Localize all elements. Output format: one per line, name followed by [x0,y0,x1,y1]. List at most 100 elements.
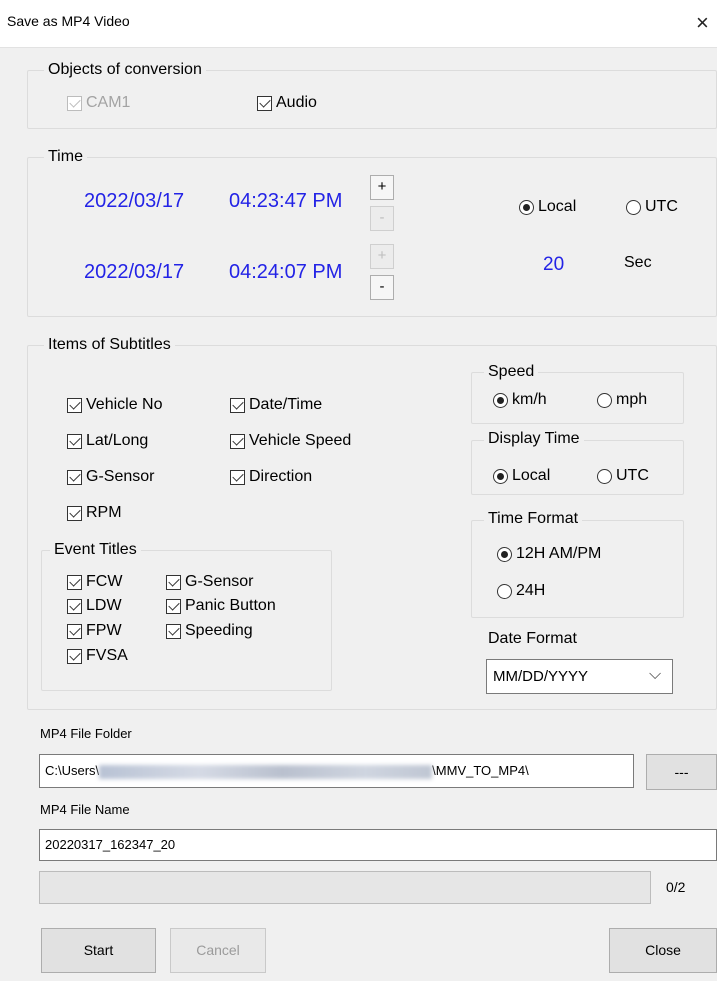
redacted-path-segment [99,764,433,779]
display-time-local-label: Local [512,467,551,484]
speed-kmh-radio-dot[interactable] [493,392,508,408]
event-fvsa-label: FVSA [86,647,128,664]
subtitle-vehicle-speed-checkbox[interactable]: Vehicle Speed [230,432,351,450]
subtitle-vehicle-no-checkbox[interactable]: Vehicle No [67,396,163,414]
end-date[interactable]: 2022/03/17 [84,261,184,284]
event-fvsa-checkbox[interactable]: FVSA [67,647,128,665]
window-title: Save as MP4 Video [7,13,130,29]
subtitle-lat-long-box[interactable] [67,433,82,449]
event-ldw-box[interactable] [67,598,82,614]
subtitle-rpm-label: RPM [86,504,122,521]
event-fpw-box[interactable] [67,623,82,639]
subtitle-g-sensor-label: G-Sensor [86,468,155,485]
event-panic-button-box[interactable] [166,598,181,614]
subtitle-rpm-checkbox[interactable]: RPM [67,504,122,522]
speed-kmh-radio[interactable]: km/h [493,391,547,409]
audio-label: Audio [276,94,317,111]
time-utc-radio-dot[interactable] [626,199,641,215]
close-icon[interactable]: × [696,9,717,37]
subtitle-direction-box[interactable] [230,469,245,485]
time-utc-radio[interactable]: UTC [626,198,678,216]
event-fpw-checkbox[interactable]: FPW [67,622,122,640]
speed-mph-label: mph [616,391,648,408]
date-format-value: MM/DD/YYYY [493,668,589,685]
speed-kmh-label: km/h [512,391,547,408]
title-bar: Save as MP4 Video × [0,0,717,48]
event-fcw-box[interactable] [67,574,82,590]
subtitle-direction-checkbox[interactable]: Direction [230,468,312,486]
subtitle-lat-long-checkbox[interactable]: Lat/Long [67,432,148,450]
time-format-24h-radio-dot[interactable] [497,583,512,599]
time-format-legend: Time Format [484,510,583,528]
event-fcw-label: FCW [86,573,123,590]
time-utc-label: UTC [645,198,678,215]
browse-folder-button[interactable]: --- [646,754,717,790]
event-panic-button-checkbox[interactable]: Panic Button [166,597,276,615]
event-titles-legend: Event Titles [50,541,141,559]
subtitle-date-time-box[interactable] [230,397,245,413]
subtitle-date-time-label: Date/Time [249,396,323,413]
subtitle-vehicle-no-label: Vehicle No [86,396,163,413]
speed-mph-radio[interactable]: mph [597,391,647,409]
audio-check-box[interactable] [257,95,272,111]
event-fcw-checkbox[interactable]: FCW [67,573,122,591]
subtitle-direction-label: Direction [249,468,313,485]
event-g-sensor-box[interactable] [166,574,181,590]
audio-checkbox[interactable]: Audio [257,94,317,112]
folder-path-prefix: C:\Users\ [45,763,100,778]
end-decrement-button[interactable]: - [370,275,394,300]
event-g-sensor-checkbox[interactable]: G-Sensor [166,573,253,591]
cancel-button: Cancel [170,928,266,973]
time-local-label: Local [538,198,577,215]
event-speeding-label: Speeding [185,622,253,639]
subtitle-vehicle-speed-label: Vehicle Speed [249,432,352,449]
event-fvsa-box[interactable] [67,648,82,664]
chevron-down-icon: ⌵ [649,666,662,683]
cam1-check-box [67,95,82,111]
cam1-checkbox: CAM1 [67,94,130,112]
time-format-12h-label: 12H AM/PM [516,545,602,562]
event-speeding-checkbox[interactable]: Speeding [166,622,253,640]
duration-unit: Sec [624,254,652,271]
subtitle-date-time-checkbox[interactable]: Date/Time [230,396,322,414]
subtitle-rpm-box[interactable] [67,505,82,521]
date-format-select[interactable]: MM/DD/YYYY ⌵ [486,659,673,694]
event-speeding-box[interactable] [166,623,181,639]
time-local-radio-dot[interactable] [519,199,534,215]
time-format-12h-radio[interactable]: 12H AM/PM [497,545,601,563]
event-ldw-label: LDW [86,597,122,614]
display-time-legend: Display Time [484,430,584,448]
event-ldw-checkbox[interactable]: LDW [67,597,122,615]
start-button[interactable]: Start [41,928,156,973]
subtitle-g-sensor-checkbox[interactable]: G-Sensor [67,468,154,486]
display-time-utc-radio[interactable]: UTC [597,467,649,485]
event-fpw-label: FPW [86,622,122,639]
speed-legend: Speed [484,363,539,381]
time-format-24h-radio[interactable]: 24H [497,582,545,600]
progress-bar [39,871,651,904]
time-format-12h-radio-dot[interactable] [497,546,512,562]
speed-mph-radio-dot[interactable] [597,392,612,408]
start-date[interactable]: 2022/03/17 [84,190,184,213]
start-increment-button[interactable]: + [370,175,394,200]
date-format-label: Date Format [488,630,577,647]
close-button[interactable]: Close [609,928,717,973]
folder-path-input[interactable]: C:\Users\ \MMV_TO_MP4\ [39,754,634,788]
start-time[interactable]: 04:23:47 PM [229,190,342,213]
objects-legend: Objects of conversion [44,61,206,79]
time-format-group [471,520,684,618]
end-time[interactable]: 04:24:07 PM [229,261,342,284]
event-panic-button-label: Panic Button [185,597,276,614]
subtitle-g-sensor-box[interactable] [67,469,82,485]
subtitle-vehicle-no-box[interactable] [67,397,82,413]
display-time-local-radio[interactable]: Local [493,467,550,485]
display-time-local-radio-dot[interactable] [493,468,508,484]
start-decrement-button: - [370,206,394,231]
file-name-input[interactable]: 20220317_162347_20 [39,829,717,861]
event-g-sensor-label: G-Sensor [185,573,254,590]
time-local-radio[interactable]: Local [519,198,576,216]
subtitle-vehicle-speed-box[interactable] [230,433,245,449]
display-time-utc-radio-dot[interactable] [597,468,612,484]
duration-value: 20 [543,254,565,275]
file-name-label: MP4 File Name [40,802,130,817]
